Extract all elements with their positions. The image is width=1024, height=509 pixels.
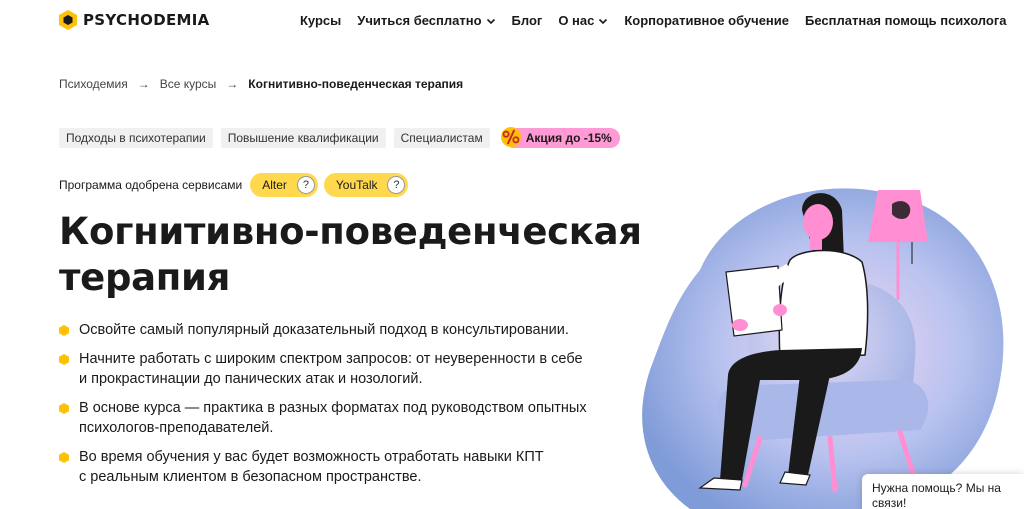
title-line: терапия [59, 256, 231, 299]
service-label: Alter [262, 178, 287, 192]
breadcrumb-current: Когнитивно-поведенческая терапия [248, 77, 464, 91]
benefits-list: Освойте самый популярный доказательный п… [59, 320, 619, 496]
title-line: Когнитивно-поведенческая [59, 210, 642, 253]
tag-qualification[interactable]: Повышение квалификации [220, 128, 386, 148]
nav-item-free-help[interactable]: Бесплатная помощь психолога [805, 13, 1006, 28]
breadcrumb-link-home[interactable]: Психодемия [59, 77, 128, 91]
list-item: В основе курса — практика в разных форма… [59, 398, 619, 438]
service-label: YouTalk [335, 178, 378, 192]
promo-badge[interactable]: Акция до -15% [500, 127, 620, 148]
breadcrumb-link-all-courses[interactable]: Все курсы [160, 77, 217, 91]
breadcrumb-separator: → [226, 77, 239, 91]
approved-services: Программа одобрена сервисами Alter ? You… [59, 173, 409, 197]
hero-illustration [642, 188, 1004, 509]
chevron-down-icon [486, 18, 495, 24]
service-badge-alter[interactable]: Alter ? [250, 173, 318, 197]
list-item: Во время обучения у вас будет возможност… [59, 447, 619, 487]
hexagon-bullet-icon [59, 403, 69, 414]
breadcrumb: Психодемия → Все курсы → Когнитивно-пове… [59, 77, 463, 91]
list-item: Начните работать с широким спектром запр… [59, 349, 619, 389]
list-item: Освойте самый популярный доказательный п… [59, 320, 619, 340]
breadcrumb-separator: → [137, 77, 150, 91]
percent-icon [500, 127, 521, 147]
chevron-down-icon [599, 18, 608, 24]
nav-item-courses[interactable]: Курсы [300, 13, 341, 28]
course-tags: Подходы в психотерапии Повышение квалифи… [59, 127, 620, 148]
hexagon-bullet-icon [59, 354, 69, 365]
nav-item-about[interactable]: О нас [558, 13, 608, 28]
main-nav: Курсы Учиться бесплатно Блог О нас Корпо… [300, 13, 1006, 28]
chat-widget[interactable]: Нужна помощь? Мы на связи! [862, 474, 1024, 509]
site-header: PSYCHODEMIA Курсы Учиться бесплатно Блог… [0, 0, 1024, 42]
nav-item-learn-free[interactable]: Учиться бесплатно [357, 13, 495, 28]
help-icon[interactable]: ? [387, 176, 406, 194]
approved-text: Программа одобрена сервисами [59, 178, 243, 192]
hexagon-bullet-icon [59, 452, 69, 463]
service-badge-youtalk[interactable]: YouTalk ? [323, 173, 409, 197]
nav-item-blog[interactable]: Блог [512, 13, 543, 28]
help-icon[interactable]: ? [296, 176, 315, 194]
tag-approaches[interactable]: Подходы в психотерапии [59, 128, 213, 148]
tag-specialists[interactable]: Специалистам [393, 128, 490, 148]
logo-icon [59, 10, 77, 30]
chat-text-line: связи! [872, 496, 907, 509]
nav-item-corporate[interactable]: Корпоративное обучение [624, 13, 789, 28]
logo-text: PSYCHODEMIA [83, 11, 210, 29]
hexagon-bullet-icon [59, 325, 69, 336]
logo[interactable]: PSYCHODEMIA [59, 10, 210, 30]
page-title: Когнитивно-поведенческая терапия [59, 209, 649, 301]
chat-text-line: Нужна помощь? Мы на [872, 481, 1001, 495]
